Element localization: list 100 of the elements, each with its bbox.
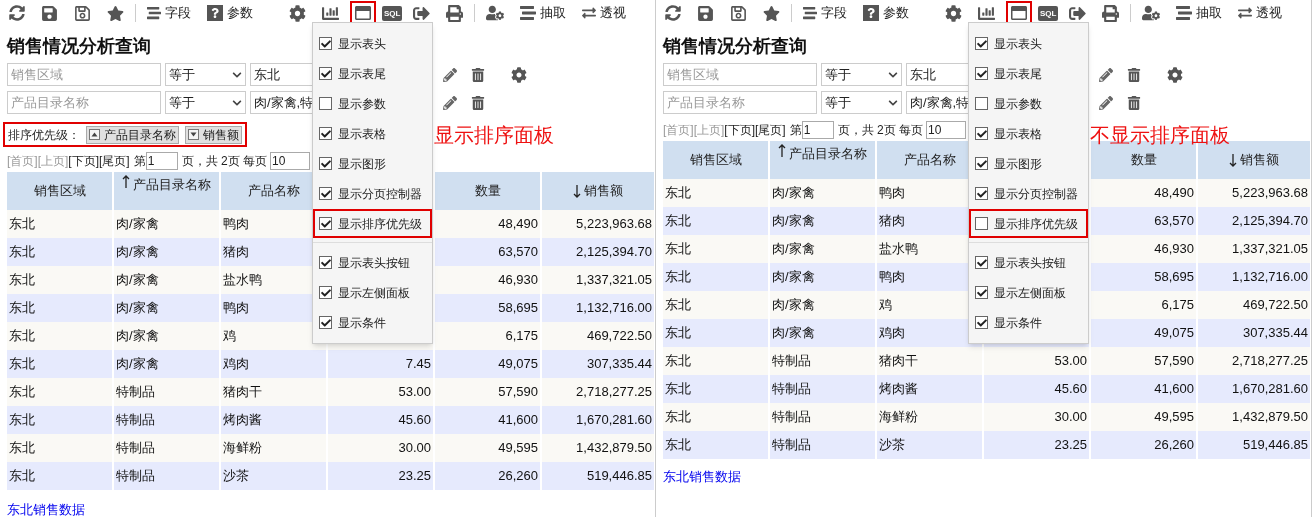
extract-button[interactable]: 抽取 [1171,1,1228,25]
menu-item[interactable]: 显示排序优先级 [969,209,1088,238]
menu-item[interactable]: 显示表头 [969,29,1088,58]
table-cell: 东北 [663,291,770,319]
pager-link[interactable]: [尾页] [99,151,130,170]
table-cell: 49,595 [1091,403,1198,431]
pencil-icon[interactable] [1099,67,1113,82]
column-header[interactable]: 数量 [435,172,542,210]
checkbox[interactable] [975,256,988,269]
table-cell: 23.25 [328,462,435,490]
menu-item[interactable]: 显示表头 [313,29,432,58]
table-cell: 鸡肉 [221,350,328,378]
column-header[interactable]: 销售区域 [663,141,770,179]
user-icon [486,4,505,22]
extract-button[interactable]: 抽取 [515,1,572,25]
footer-link[interactable]: 东北销售数据 [7,500,655,517]
pivot-button[interactable]: 透视 [1233,1,1288,25]
column-header[interactable]: 销售区域 [7,172,114,210]
checkbox[interactable] [975,187,988,200]
table-cell: 肉/家禽 [114,350,221,378]
checkbox[interactable] [319,217,332,230]
operator-select[interactable]: 等于 [165,91,246,114]
bar-chart-icon [978,4,995,22]
parameter-button[interactable]: 参数 [202,1,258,25]
table-cell: 57,590 [1091,347,1198,375]
star-icon [763,4,780,22]
pager-link[interactable]: [下页] [68,151,99,170]
refresh-icon [9,5,25,21]
table-cell: 东北 [663,431,770,459]
table-cell: 307,335.44 [1198,319,1311,347]
trash-icon[interactable] [471,95,485,110]
trash-icon[interactable] [1127,67,1141,82]
sql-button[interactable]: SQL [382,5,403,21]
pager-link[interactable]: [尾页] [755,120,786,139]
pivot-button[interactable]: 透视 [577,1,632,25]
checkbox[interactable] [319,187,332,200]
settings-icon[interactable] [511,66,527,83]
table-cell: 肉/家禽 [770,179,877,207]
table-cell: 肉/家禽 [770,207,877,235]
pencil-icon[interactable] [443,67,457,82]
checkbox[interactable] [319,67,332,80]
parameter-button[interactable]: 参数 [858,1,914,25]
column-header[interactable]: 产品目录名称 [770,141,877,179]
page-number-input[interactable]: 1 [801,120,834,139]
page-number-input[interactable]: 1 [145,151,178,170]
pencil-icon[interactable] [443,95,457,110]
field-button[interactable]: 字段 [798,1,852,25]
table-cell: 45.60 [984,375,1091,403]
checkbox[interactable] [319,37,332,50]
table-cell: 58,695 [1091,263,1198,291]
operator-select[interactable]: 等于 [165,63,246,86]
menu-item[interactable]: 显示排序优先级 [313,209,432,238]
checkbox[interactable] [319,286,332,299]
pencil-icon[interactable] [1099,95,1113,110]
page-size-input[interactable]: 10 [270,151,311,170]
menu-item[interactable]: 显示表格 [313,119,432,148]
table-cell: 肉/家禽 [114,238,221,266]
table-cell: 1,132,716.00 [542,294,655,322]
export-icon [1069,4,1087,22]
operator-select[interactable]: 等于 [821,63,902,86]
checkbox[interactable] [319,97,332,110]
pager-link[interactable]: [下页] [724,120,755,139]
layout-icon [1011,5,1027,21]
checkbox[interactable] [975,127,988,140]
save-icon [697,4,714,22]
checkbox[interactable] [975,316,988,329]
checkbox[interactable] [319,127,332,140]
table-cell: 2,718,277.25 [542,378,655,406]
table-cell: 41,600 [435,406,542,434]
table-cell: 沙茶 [877,431,984,459]
checkbox[interactable] [975,157,988,170]
checkbox[interactable] [975,37,988,50]
page-size-input[interactable]: 10 [926,120,967,139]
checkbox[interactable] [319,256,332,269]
field-button[interactable]: 字段 [142,1,196,25]
table-cell: 1,337,321.05 [1198,235,1311,263]
chevron-down-icon [232,97,242,108]
table-cell: 6,175 [435,322,542,350]
checkbox[interactable] [975,217,988,230]
checkbox[interactable] [319,316,332,329]
field-icon [803,6,817,20]
checkbox[interactable] [975,97,988,110]
trash-icon[interactable] [1127,95,1141,110]
table-cell: 2,125,394.70 [542,238,655,266]
settings-icon[interactable] [1167,66,1183,83]
table-cell: 307,335.44 [542,350,655,378]
checkbox[interactable] [975,67,988,80]
footer-link[interactable]: 东北销售数据 [663,467,1311,487]
column-header[interactable]: 销售额 [542,172,655,210]
column-header[interactable]: 产品目录名称 [114,172,221,210]
sort-button[interactable]: 销售额 [185,125,242,144]
operator-select[interactable]: 等于 [821,91,902,114]
extract-icon [1176,5,1193,21]
sql-button[interactable]: SQL [1038,5,1059,21]
checkbox[interactable] [975,286,988,299]
table-cell: 肉/家禽 [770,235,877,263]
trash-icon[interactable] [471,67,485,82]
chevron-down-icon [888,69,898,80]
checkbox[interactable] [319,157,332,170]
sort-button[interactable]: 产品目录名称 [86,125,179,144]
